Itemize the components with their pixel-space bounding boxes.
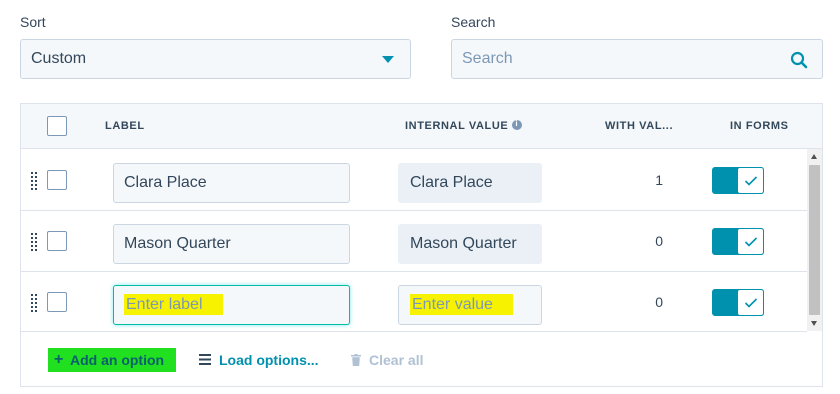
label-placeholder: Enter label [124,294,223,315]
trash-icon [351,354,361,366]
table-footer: + Add an option Load options... Clear al… [21,332,822,387]
toggle-knob [737,167,764,194]
search-icon[interactable] [790,51,808,69]
check-icon [744,298,758,308]
check-icon [744,176,758,186]
add-option-label: Add an option [70,352,165,368]
scroll-down-arrow[interactable] [811,321,817,326]
sort-select[interactable]: Custom [20,39,411,79]
load-options-label: Load options... [219,352,319,368]
in-forms-toggle[interactable] [712,228,764,255]
sort-label: Sort [20,14,46,30]
row-checkbox[interactable] [47,170,67,190]
internal-value-field: Mason Quarter [398,224,542,264]
info-icon[interactable] [512,119,523,130]
search-label: Search [451,14,496,30]
chevron-down-icon [382,56,394,63]
drag-handle-icon[interactable] [31,294,37,312]
table-row: Clara Place Clara Place 1 [21,150,807,211]
with-values-count: 0 [655,294,663,310]
with-values-count: 0 [655,233,663,249]
clear-all-button[interactable]: Clear all [351,348,423,372]
check-icon [744,237,758,247]
header-internal-value: INTERNAL VALUE [405,119,523,132]
new-value-input[interactable]: Enter value [398,285,542,325]
toggle-knob [737,289,764,316]
new-label-input[interactable]: Enter label [113,285,350,325]
list-icon [199,354,211,365]
drag-handle-icon[interactable] [31,233,37,251]
value-placeholder: Enter value [410,294,513,315]
header-label: LABEL [105,120,145,132]
scroll-thumb[interactable] [809,165,820,315]
scroll-up-arrow[interactable] [811,154,817,159]
drag-handle-icon[interactable] [31,172,37,190]
load-options-button[interactable]: Load options... [199,348,319,372]
row-checkbox[interactable] [47,231,67,251]
header-internal-value-text: INTERNAL VALUE [405,120,509,132]
row-checkbox[interactable] [47,292,67,312]
with-values-count: 1 [655,172,663,188]
toggle-knob [737,228,764,255]
table-scrollbar[interactable] [807,149,822,331]
plus-icon: + [54,351,64,368]
internal-value-field: Clara Place [398,163,542,203]
in-forms-toggle[interactable] [712,167,764,194]
options-table: LABEL INTERNAL VALUE WITH VAL... IN FORM… [20,103,823,387]
label-input[interactable]: Clara Place [113,163,350,203]
header-with-values[interactable]: WITH VAL... [605,120,673,132]
table-row: Enter label Enter value 0 [21,272,807,332]
sort-select-value: Custom [31,50,87,67]
search-input[interactable] [452,40,782,78]
clear-all-label: Clear all [369,352,424,368]
add-option-button[interactable]: + Add an option [48,348,176,372]
label-input[interactable]: Mason Quarter [113,224,350,264]
search-box [451,39,823,79]
table-header: LABEL INTERNAL VALUE WITH VAL... IN FORM… [21,104,822,149]
in-forms-toggle[interactable] [712,289,764,316]
header-in-forms: IN FORMS [730,120,789,132]
table-row: Mason Quarter Mason Quarter 0 [21,211,807,272]
select-all-checkbox[interactable] [47,116,67,136]
